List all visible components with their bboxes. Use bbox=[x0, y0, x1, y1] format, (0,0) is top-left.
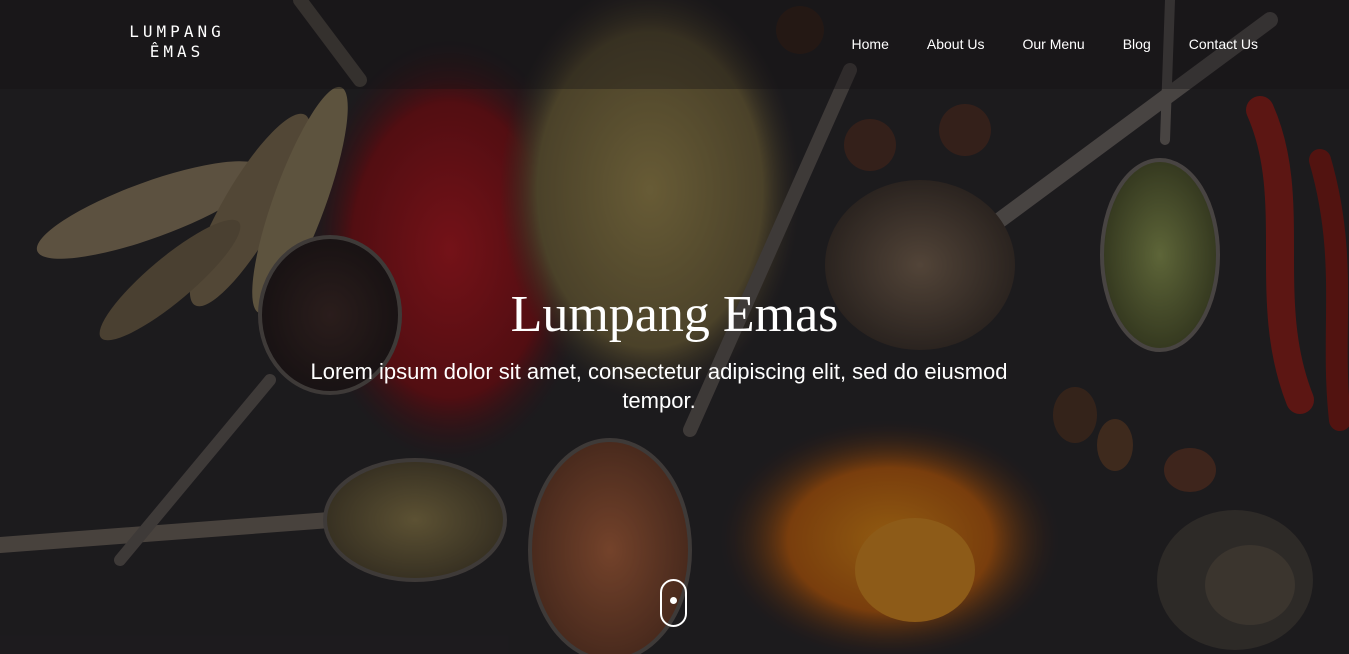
top-navbar: LUMPANG ÊMAS Home About Us Our Menu Blog… bbox=[0, 0, 1349, 89]
brand-logo-line1: LUMPANG bbox=[129, 22, 225, 41]
hero-subtitle: Lorem ipsum dolor sit amet, consectetur … bbox=[310, 359, 1008, 413]
nav-link-our-menu[interactable]: Our Menu bbox=[1022, 36, 1084, 52]
nav-link-blog[interactable]: Blog bbox=[1123, 36, 1151, 52]
mouse-scroll-icon[interactable] bbox=[660, 579, 687, 627]
hero-title: Lumpang Emas bbox=[510, 286, 839, 343]
brand-logo[interactable]: LUMPANG ÊMAS bbox=[119, 22, 235, 62]
nav-link-about-us[interactable]: About Us bbox=[927, 36, 985, 52]
main-menu: Home About Us Our Menu Blog Contact Us bbox=[852, 36, 1258, 54]
scroll-wheel-dot bbox=[670, 597, 677, 604]
brand-logo-line2: ÊMAS bbox=[149, 42, 205, 61]
nav-link-home[interactable]: Home bbox=[852, 36, 889, 52]
nav-link-contact-us[interactable]: Contact Us bbox=[1189, 36, 1258, 52]
